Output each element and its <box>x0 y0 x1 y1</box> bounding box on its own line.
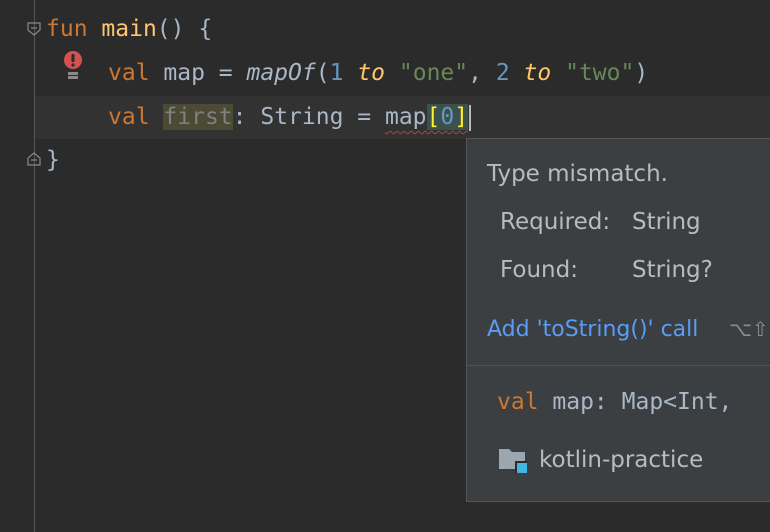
fold-start-icon[interactable] <box>27 22 41 36</box>
function-name: main <box>101 16 157 42</box>
keyword: val <box>497 389 539 415</box>
infix-call: to <box>523 60 552 86</box>
number-literal: 1 <box>329 60 344 86</box>
required-label: Required: <box>500 209 611 235</box>
found-row: Found: String? <box>500 257 713 283</box>
quick-fix-link[interactable]: Add 'toString()' call <box>487 317 698 342</box>
comma: , <box>468 60 496 86</box>
keyword: val <box>108 60 150 86</box>
bracket: ] <box>454 104 469 130</box>
required-value: String <box>632 209 701 235</box>
string-literal: "two" <box>565 60 635 86</box>
error-icon[interactable] <box>62 50 84 80</box>
gutter-separator <box>34 0 35 532</box>
code-line-4[interactable]: } <box>46 138 60 182</box>
required-row: Required: String <box>500 209 701 235</box>
quick-fix-shortcut: ⌥⇧ <box>729 317 769 341</box>
error-tooltip-popup[interactable]: Type mismatch. Required: String Found: Str… <box>466 138 770 502</box>
bracket: [ <box>426 104 441 130</box>
code-text: map = <box>149 60 247 86</box>
module-info[interactable]: kotlin-practice <box>497 445 703 475</box>
number-literal: 2 <box>495 60 510 86</box>
code-line-2[interactable]: val map = mapOf(1 to "one", 2 to "two") <box>108 51 648 95</box>
error-expression[interactable]: map[0] <box>384 104 469 130</box>
keyword: fun <box>46 16 88 42</box>
infix-call: to <box>357 60 386 86</box>
code-text: : String = <box>232 104 385 130</box>
code-line-3[interactable]: val first: String = map[0] <box>108 95 472 139</box>
code-text: () { <box>156 16 213 42</box>
map-reference: map <box>384 104 427 130</box>
fold-end-icon[interactable] <box>27 152 41 166</box>
unused-variable[interactable]: first <box>163 104 233 130</box>
declaration-preview: val map: Map<Int, <box>497 389 732 415</box>
text-caret <box>469 104 472 131</box>
string-literal: "one" <box>398 60 469 86</box>
found-label: Found: <box>500 257 578 283</box>
closing-brace: } <box>46 147 60 173</box>
module-folder-icon <box>497 445 529 475</box>
module-name: kotlin-practice <box>539 447 704 473</box>
paren: ) <box>634 60 649 86</box>
paren: ( <box>315 60 330 86</box>
function-call: mapOf <box>246 60 316 86</box>
declaration-text: map: Map<Int, <box>538 389 733 415</box>
index-literal: 0 <box>440 104 455 130</box>
keyword: val <box>108 104 150 130</box>
found-value: String? <box>632 257 713 283</box>
code-line-1[interactable]: fun main() { <box>46 7 212 51</box>
popup-divider <box>467 365 770 366</box>
popup-title: Type mismatch. <box>487 161 668 187</box>
